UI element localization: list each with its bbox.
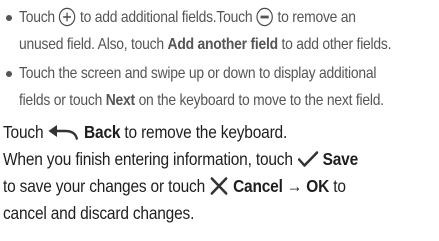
cancel-label: Cancel (233, 176, 283, 196)
bullet1-text-b: to add additional fields.Touch (80, 9, 253, 26)
save-label: Save (322, 149, 359, 169)
checkmark-icon (297, 150, 319, 168)
para2-text-d: cancel and discard changes. (3, 203, 195, 223)
para2-text-b: to save your changes or touch (3, 176, 206, 196)
add-another-field-label: Add another field (167, 36, 279, 53)
bullet1-text-c: to remove an (277, 9, 356, 26)
para2-text-a: When you finish entering information, to… (3, 149, 293, 169)
arrow-symbol: → (286, 176, 303, 196)
plus-circle-icon (59, 7, 77, 27)
bullet1-line1: Touch to add additional fields.Touch to … (19, 7, 356, 29)
para1-line: Touch Back to remove the keyboard. (3, 121, 287, 143)
para2-line2: to save your changes or touch Cancel → O… (3, 175, 346, 197)
bullet1-text-d: unused field. Also, touch (19, 36, 164, 53)
bullet-dot (6, 71, 12, 77)
bullet1-text-e: to add other fields. (281, 36, 392, 53)
para1-text-a: Touch (3, 122, 44, 142)
back-key-label: Back (84, 122, 121, 142)
bullet1-line2: unused field. Also, touch Add another fi… (19, 34, 391, 56)
next-key-label: Next (105, 92, 135, 109)
minus-circle-icon (256, 7, 274, 27)
bullet2-text-c: on the keyboard to move to the next fiel… (138, 92, 384, 109)
para2-line1: When you finish entering information, to… (3, 148, 358, 170)
para2-text-c: to (333, 176, 346, 196)
bullet2-line2: fields or touch Next on the keyboard to … (19, 90, 384, 112)
bullet-dot (6, 15, 12, 21)
para1-text-c: to remove the keyboard. (124, 122, 288, 142)
back-arrow-icon (48, 123, 80, 141)
ok-label: OK (306, 176, 330, 196)
para2-line3: cancel and discard changes. (3, 202, 194, 224)
bullet1-text-a: Touch (19, 9, 55, 26)
bullet2-line1: Touch the screen and swipe up or down to… (19, 63, 376, 85)
instruction-document: Touch to add additional fields.Touch to … (0, 0, 439, 241)
x-mark-icon (209, 177, 229, 196)
bullet2-text-b: fields or touch (19, 92, 103, 109)
bullet2-text-a: Touch the screen and swipe up or down to… (19, 65, 377, 82)
